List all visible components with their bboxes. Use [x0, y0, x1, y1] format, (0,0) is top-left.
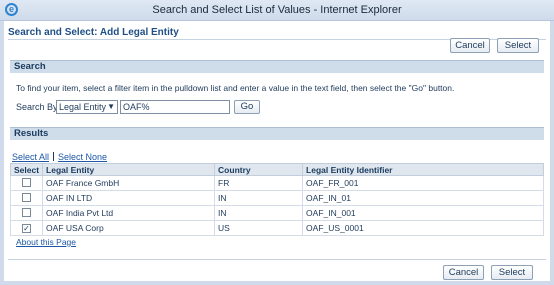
column-header-select: Select: [9, 163, 44, 176]
about-page-link[interactable]: About this Page: [16, 237, 76, 247]
legal-entity-cell: OAF IN LTD: [42, 190, 216, 206]
link-separator: [53, 152, 55, 161]
legal-entity-cell: OAF India Pvt Ltd: [42, 205, 216, 221]
table-header-row: Select Legal Entity Country Legal Entity…: [9, 163, 544, 176]
page-title: Search and Select: Add Legal Entity: [8, 27, 179, 38]
results-table: Select Legal Entity Country Legal Entity…: [9, 163, 544, 236]
chevron-down-icon: ▼: [107, 102, 115, 111]
row-checkbox[interactable]: ✓: [22, 224, 31, 233]
row-checkbox[interactable]: [22, 192, 31, 202]
footer-divider: [8, 259, 546, 260]
search-by-label: Search By: [16, 102, 58, 112]
column-header-country: Country: [214, 163, 304, 176]
go-button[interactable]: Go: [234, 100, 260, 114]
select-button-top[interactable]: Select: [497, 38, 539, 53]
search-instructions: To find your item, select a filter item …: [16, 83, 455, 93]
search-value-input[interactable]: OAF%: [120, 100, 230, 114]
search-filter-value: Legal Entity: [59, 102, 107, 112]
select-none-link[interactable]: Select None: [58, 152, 107, 162]
identifier-cell: OAF_FR_001: [302, 175, 544, 191]
identifier-cell: OAF_IN_001: [302, 205, 544, 221]
identifier-cell: OAF_US_0001: [302, 220, 544, 236]
country-cell: IN: [214, 190, 304, 206]
search-filter-select[interactable]: Legal Entity ▼: [56, 100, 118, 114]
selection-links: Select All Select None: [12, 152, 107, 162]
identifier-cell: OAF_IN_01: [302, 190, 544, 206]
table-row: ✓ OAF USA Corp US OAF_US_0001: [9, 220, 544, 236]
select-button-bottom[interactable]: Select: [491, 265, 533, 280]
column-header-legal-entity: Legal Entity: [42, 163, 216, 176]
select-all-link[interactable]: Select All: [12, 152, 49, 162]
row-checkbox[interactable]: [22, 207, 31, 217]
select-cell: [9, 175, 44, 191]
country-cell: FR: [214, 175, 304, 191]
legal-entity-cell: OAF USA Corp: [42, 220, 216, 236]
table-row: OAF France GmbH FR OAF_FR_001: [9, 175, 544, 191]
search-section-header: Search: [10, 60, 544, 73]
column-header-legal-entity-identifier: Legal Entity Identifier: [302, 163, 544, 176]
cancel-button-bottom[interactable]: Cancel: [443, 265, 484, 280]
window-title: Search and Select List of Values - Inter…: [152, 4, 402, 16]
country-cell: IN: [214, 205, 304, 221]
results-section-header: Results: [10, 127, 544, 140]
window-titlebar: e Search and Select List of Values - Int…: [0, 0, 554, 21]
table-row: OAF India Pvt Ltd IN OAF_IN_001: [9, 205, 544, 221]
cancel-button-top[interactable]: Cancel: [450, 38, 490, 53]
select-cell: [9, 190, 44, 206]
select-cell: ✓: [9, 220, 44, 236]
country-cell: US: [214, 220, 304, 236]
legal-entity-cell: OAF France GmbH: [42, 175, 216, 191]
select-cell: [9, 205, 44, 221]
row-checkbox[interactable]: [22, 177, 31, 187]
table-row: OAF IN LTD IN OAF_IN_01: [9, 190, 544, 206]
